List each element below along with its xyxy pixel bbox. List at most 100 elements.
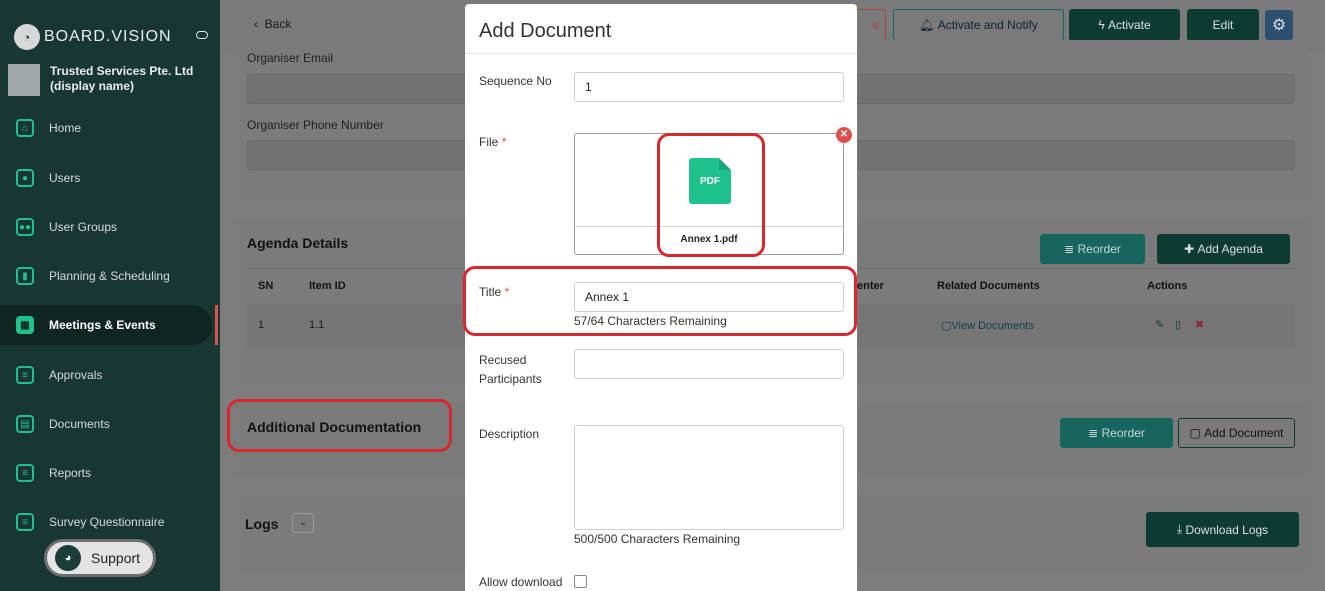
sidebar-item-label: Approvals: [49, 368, 103, 382]
list-icon: ≣: [1064, 242, 1078, 256]
add-document-label: Add Document: [1204, 426, 1284, 440]
column-header: Related Documents: [937, 280, 1040, 292]
sequence-input[interactable]: 1: [574, 72, 844, 102]
view-documents-label: View Documents: [951, 320, 1034, 332]
file-label-text: File: [479, 135, 499, 149]
home-icon: ⌂: [16, 119, 34, 137]
recused-input[interactable]: [574, 349, 844, 379]
agenda-title: Agenda Details: [247, 235, 349, 251]
document-row-icon[interactable]: ▯: [1175, 318, 1181, 331]
sidebar-item-label: Planning & Scheduling: [49, 269, 170, 283]
required-mark: *: [501, 135, 507, 149]
sidebar-item-label: Home: [49, 121, 82, 135]
activate-notify-button[interactable]: 🔔︎ Activate and Notify: [893, 9, 1064, 41]
sidebar-item-planning[interactable]: ▮ Planning & Scheduling: [0, 256, 212, 296]
support-button[interactable]: ◕ Support: [44, 539, 156, 577]
logs-toggle-chevron-icon[interactable]: ⌄: [292, 513, 314, 533]
sidebar-item-reports[interactable]: ≡ Reports: [0, 453, 212, 493]
activate-button[interactable]: ϟ Activate: [1069, 9, 1180, 41]
chat-icon: ◕: [55, 545, 81, 571]
bell-icon: 🔔︎: [919, 18, 938, 32]
edit-row-icon[interactable]: ✎: [1155, 318, 1164, 331]
modal-title: Add Document: [479, 20, 612, 42]
modal-divider: [465, 53, 857, 54]
sidebar-item-meetings[interactable]: ▦ Meetings & Events: [0, 305, 212, 345]
support-label: Support: [91, 550, 141, 566]
settings-icon[interactable]: ⚙: [1265, 10, 1293, 40]
delete-row-icon[interactable]: ✖: [1195, 318, 1204, 331]
user-icon: ●: [16, 169, 34, 187]
column-header: Item ID: [309, 280, 346, 292]
reports-icon: ≡: [16, 464, 34, 482]
chart-icon: ▮: [16, 267, 34, 285]
file-icon: ▢: [1189, 426, 1205, 440]
survey-icon: ≡: [16, 513, 34, 531]
brand-name: BOARD.VISION: [44, 28, 172, 45]
add-agenda-button[interactable]: ✚ Add Agenda: [1157, 234, 1290, 264]
delete-button[interactable]: e: [854, 9, 886, 41]
approvals-icon: ≡: [16, 366, 34, 384]
highlight-title: [463, 266, 857, 336]
description-label: Description: [479, 427, 540, 441]
back-label: Back: [264, 17, 292, 31]
edit-button[interactable]: Edit: [1187, 9, 1259, 41]
sidebar-item-label: Users: [49, 171, 81, 185]
lightning-icon: ϟ: [1098, 18, 1108, 32]
highlight-additional: [227, 399, 452, 452]
file-label: File *: [479, 135, 506, 149]
list-icon: ≣: [1088, 426, 1102, 440]
sidebar-item-users[interactable]: ● Users: [0, 158, 212, 198]
active-indicator: [215, 305, 218, 345]
organisation-name: Trusted Services Pte. Ltd (display name): [50, 64, 194, 93]
sidebar-item-label: Survey Questionnaire: [49, 515, 165, 529]
back-link[interactable]: ‹ Back: [254, 17, 291, 31]
sidebar-item-label: Documents: [49, 417, 110, 431]
edit-label: Edit: [1212, 18, 1234, 32]
add-agenda-label: Add Agenda: [1197, 242, 1263, 256]
logo-icon: ◔: [14, 24, 40, 50]
sidebar-item-home[interactable]: ⌂ Home: [0, 108, 212, 148]
toggle-view-icon[interactable]: [196, 31, 208, 39]
organiser-email-label: Organiser Email: [247, 51, 334, 65]
column-header: enter: [857, 280, 884, 292]
column-header: Actions: [1147, 280, 1188, 292]
view-documents-link[interactable]: ▢View Documents: [941, 319, 1034, 332]
allow-download-checkbox[interactable]: [574, 575, 587, 588]
reorder-label: Reorder: [1077, 242, 1121, 256]
highlight-file: [657, 133, 765, 257]
file-icon: ▢: [941, 320, 952, 332]
sidebar-item-documents[interactable]: ▤ Documents: [0, 404, 212, 444]
organisation-switcher[interactable]: Trusted Services Pte. Ltd (display name): [8, 64, 200, 96]
brand-logo[interactable]: ◔ BOARD.VISION: [14, 24, 208, 50]
documents-icon: ▤: [16, 415, 34, 433]
additional-reorder-button[interactable]: ≣ Reorder: [1060, 418, 1173, 448]
logs-title: Logs: [245, 516, 279, 532]
organisation-avatar: [8, 64, 40, 96]
sidebar-item-user-groups[interactable]: ●● User Groups: [0, 207, 212, 247]
calendar-icon: ▦: [16, 316, 34, 334]
sequence-label: Sequence No: [479, 74, 552, 88]
sidebar: ◔ BOARD.VISION Trusted Services Pte. Ltd…: [0, 0, 220, 591]
column-header: SN: [258, 280, 274, 292]
row-item-id: 1.1: [309, 319, 325, 331]
activate-label: Activate: [1108, 18, 1151, 32]
organiser-phone-label: Organiser Phone Number: [247, 118, 384, 132]
sidebar-item-approvals[interactable]: ≡ Approvals: [0, 355, 212, 395]
allow-download-label: Allow download: [479, 575, 563, 589]
users-icon: ●●: [16, 218, 34, 236]
delete-label: e: [872, 18, 879, 32]
row-sn: 1: [258, 319, 265, 331]
reorder-label: Reorder: [1101, 426, 1145, 440]
agenda-reorder-button[interactable]: ≣ Reorder: [1040, 234, 1145, 264]
remove-file-close-icon[interactable]: ✕: [836, 127, 852, 143]
download-logs-button[interactable]: ⤓ Download Logs: [1146, 512, 1299, 547]
add-document-button[interactable]: ▢ Add Document: [1178, 418, 1295, 448]
description-textarea[interactable]: [574, 425, 844, 530]
activate-notify-label: Activate and Notify: [937, 18, 1038, 32]
plus-icon: ✚: [1184, 242, 1198, 256]
sidebar-item-label: User Groups: [49, 220, 118, 234]
description-char-count: 500/500 Characters Remaining: [574, 532, 741, 546]
download-icon: ⤓: [1176, 522, 1186, 536]
sidebar-item-label: Reports: [49, 466, 92, 480]
sidebar-item-survey[interactable]: ≡ Survey Questionnaire: [0, 502, 212, 542]
